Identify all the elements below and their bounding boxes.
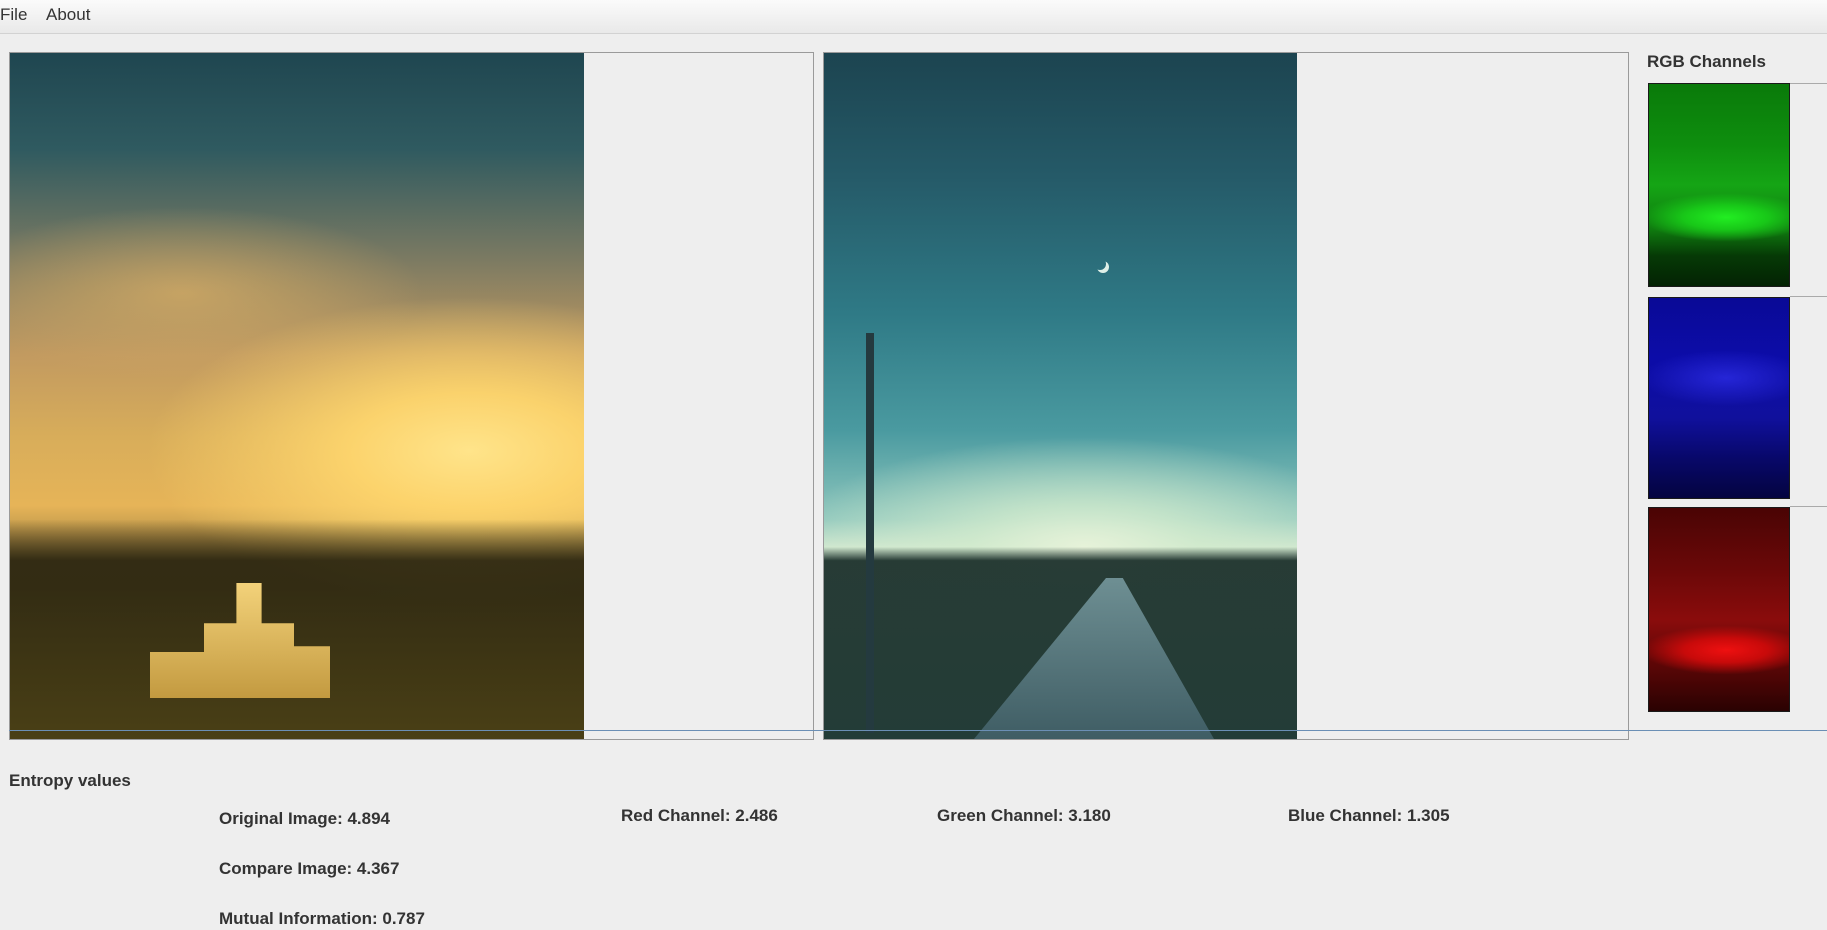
original-image (10, 53, 584, 739)
channel-separator (1790, 83, 1827, 84)
blue-channel-image (1648, 297, 1790, 499)
compare-image-entropy: Compare Image: 4.367 (219, 859, 400, 878)
red-channel-entropy: Red Channel: 2.486 (621, 806, 778, 825)
panel-divider (9, 730, 1827, 731)
rgb-channels-title: RGB Channels (1647, 52, 1767, 71)
menu-bar: File About (0, 0, 1827, 34)
blue-channel-entropy: Blue Channel: 1.305 (1288, 806, 1450, 825)
road-shape (974, 578, 1214, 739)
moon-icon (1094, 258, 1106, 270)
building-silhouette (150, 583, 330, 698)
channel-separator (1790, 296, 1827, 297)
compare-image-panel (823, 52, 1629, 740)
mutual-information: Mutual Information: 0.787 (219, 909, 425, 928)
compare-image (824, 53, 1297, 739)
original-image-entropy: Original Image: 4.894 (219, 809, 391, 828)
entropy-values-title: Entropy values (9, 771, 131, 790)
menu-file[interactable]: File (0, 5, 27, 25)
red-channel-image (1648, 507, 1790, 712)
utility-pole (866, 333, 874, 733)
original-image-panel (9, 52, 814, 740)
channel-separator (1790, 506, 1827, 507)
menu-about[interactable]: About (46, 5, 90, 25)
green-channel-image (1648, 83, 1790, 287)
green-channel-entropy: Green Channel: 3.180 (937, 806, 1111, 825)
